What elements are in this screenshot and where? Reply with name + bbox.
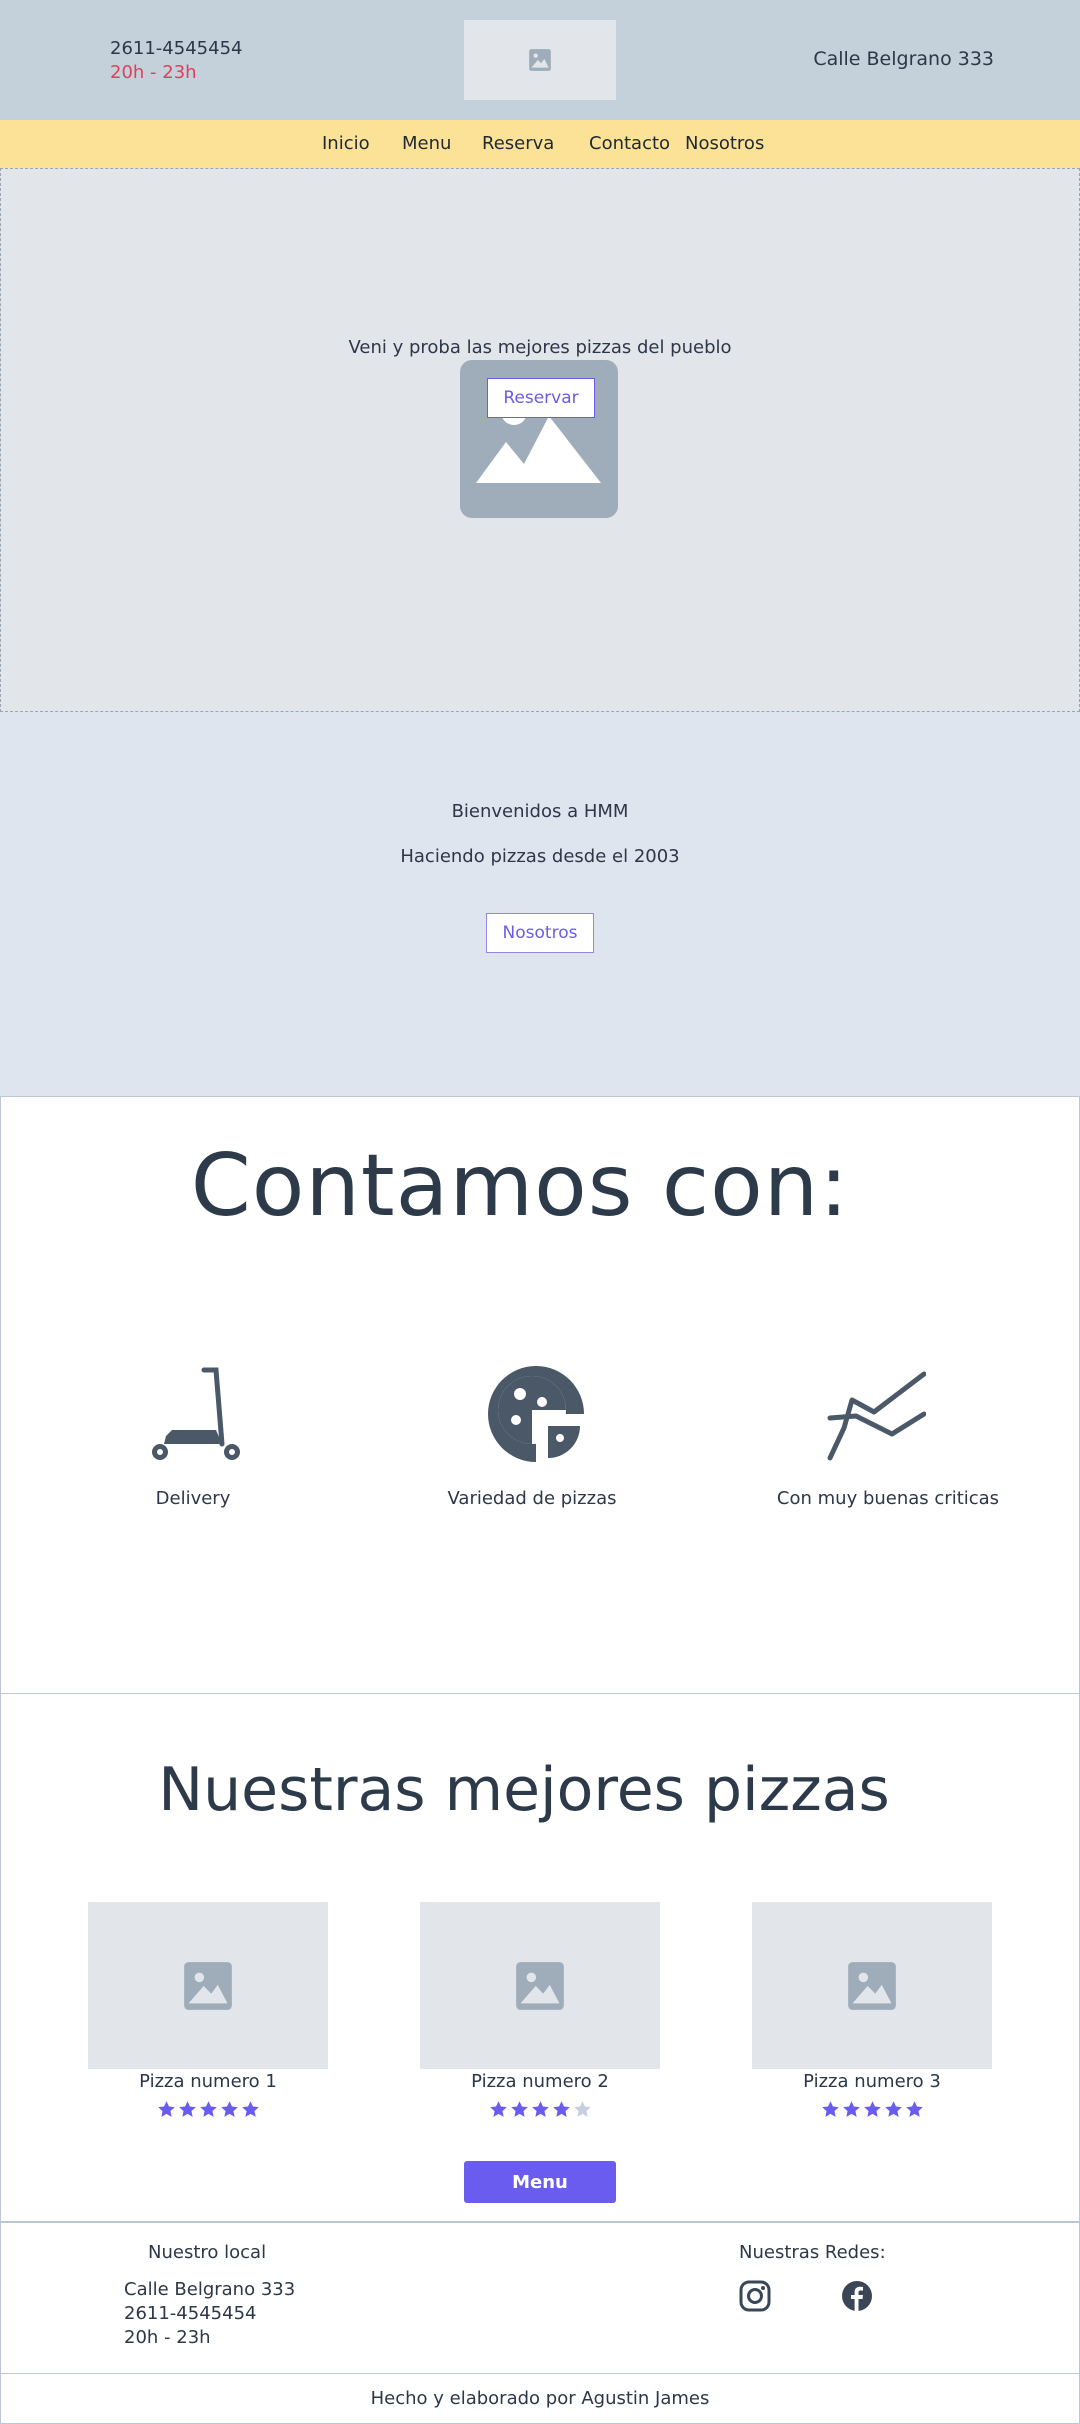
instagram-icon[interactable]	[739, 2280, 771, 2312]
pizza-rating-1	[88, 2100, 328, 2119]
feature-label-criticas: Con muy buenas criticas	[776, 1488, 1000, 1509]
pizza-icon	[488, 1366, 584, 1462]
pizza-image-3[interactable]	[752, 1902, 992, 2069]
nosotros-button[interactable]: Nosotros	[486, 913, 594, 953]
welcome-title: Bienvenidos a HMM	[451, 801, 629, 822]
footer-hours: 20h - 23h	[124, 2327, 211, 2348]
nav-nosotros[interactable]: Nosotros	[685, 133, 764, 154]
pizza-name-2: Pizza numero 2	[471, 2071, 609, 2092]
welcome-subtitle: Haciendo pizzas desde el 2003	[400, 846, 680, 867]
welcome-section	[0, 712, 1080, 1096]
logo[interactable]	[464, 20, 616, 100]
pizza-rating-3	[752, 2100, 992, 2119]
features-title: Contamos con:	[190, 1136, 850, 1236]
pizza-name-3: Pizza numero 3	[803, 2071, 941, 2092]
star-icon	[552, 2101, 570, 2117]
pizzas-title: Nuestras mejores pizzas	[158, 1755, 890, 1825]
image-placeholder-icon	[848, 1961, 896, 2010]
star-icon	[863, 2101, 881, 2117]
star-icon	[489, 2101, 507, 2117]
footer-local-title: Nuestro local	[148, 2242, 267, 2263]
pizza-name-1: Pizza numero 1	[139, 2071, 277, 2092]
header-address: Calle Belgrano 333	[813, 48, 994, 70]
footer-social-title: Nuestras Redes:	[739, 2242, 886, 2263]
star-icon	[157, 2101, 175, 2117]
star-icon	[573, 2101, 591, 2117]
footer-credits: Hecho y elaborado por Agustin James	[370, 2388, 710, 2409]
star-icon	[531, 2101, 549, 2117]
feature-label-delivery: Delivery	[155, 1488, 231, 1509]
image-placeholder-icon	[516, 1961, 564, 2010]
image-placeholder-icon	[529, 49, 551, 71]
star-icon	[199, 2101, 217, 2117]
hero-tagline: Veni y proba las mejores pizzas del pueb…	[348, 337, 732, 358]
star-icon	[220, 2101, 238, 2117]
header-phone: 2611-4545454	[110, 38, 243, 59]
scooter-icon	[152, 1367, 240, 1460]
pizza-image-1[interactable]	[88, 1902, 328, 2069]
footer-phone: 2611-4545454	[124, 2303, 257, 2324]
footer-address: Calle Belgrano 333	[124, 2279, 296, 2300]
facebook-icon[interactable]	[841, 2280, 873, 2312]
star-icon	[821, 2101, 839, 2117]
star-icon	[905, 2101, 923, 2117]
header-hours: 20h - 23h	[110, 62, 197, 83]
star-icon	[842, 2101, 860, 2117]
nav-menu[interactable]: Menu	[402, 133, 451, 154]
star-icon	[884, 2101, 902, 2117]
pizza-rating-2	[420, 2100, 660, 2119]
star-icon	[510, 2101, 528, 2117]
trend-chart-icon	[827, 1371, 926, 1461]
image-placeholder-icon	[184, 1961, 232, 2010]
pizza-image-2[interactable]	[420, 1902, 660, 2069]
menu-button[interactable]: Menu	[464, 2161, 616, 2203]
reservar-button[interactable]: Reservar	[487, 378, 595, 418]
star-icon	[241, 2101, 259, 2117]
nav-contacto[interactable]: Contacto	[589, 133, 670, 154]
star-icon	[178, 2101, 196, 2117]
feature-label-variedad: Variedad de pizzas	[447, 1488, 617, 1509]
nav-inicio[interactable]: Inicio	[322, 133, 370, 154]
nav-reserva[interactable]: Reserva	[482, 133, 554, 154]
